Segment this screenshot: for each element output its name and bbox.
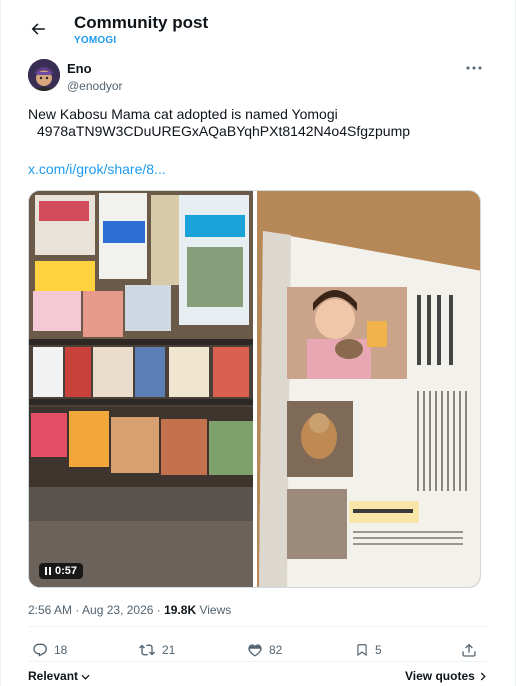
arrow-left-icon <box>31 23 45 35</box>
share-button[interactable] <box>461 642 477 658</box>
like-button[interactable]: 82 <box>247 642 282 658</box>
like-count: 82 <box>269 643 283 657</box>
author-handle[interactable]: @enodyor <box>67 79 123 93</box>
repost-count: 21 <box>162 643 176 657</box>
reply-count: 18 <box>54 643 68 657</box>
bookmark-button[interactable]: 5 <box>355 642 382 658</box>
post-text: New Kabosu Mama cat adopted is named Yom… <box>28 106 338 122</box>
back-button[interactable] <box>23 14 53 44</box>
avatar[interactable] <box>28 59 60 91</box>
video-duration-badge: 0:57 <box>39 563 84 579</box>
post-timestamp[interactable]: 2:56 AM · Aug 23, 2026 · <box>28 603 164 617</box>
header: Community post YOMOGI <box>1 0 515 52</box>
repost-icon <box>139 644 155 656</box>
author-name[interactable]: Eno <box>67 61 92 76</box>
pause-icon <box>45 567 51 575</box>
media-grid: 0:57 <box>28 190 481 588</box>
chevron-right-icon <box>480 672 486 681</box>
view-quotes-link[interactable]: View quotes <box>405 669 486 683</box>
divider <box>28 626 488 627</box>
more-horizontal-icon <box>466 66 482 70</box>
divider <box>28 661 488 662</box>
community-name[interactable]: YOMOGI <box>74 35 116 46</box>
more-options-button[interactable] <box>463 58 485 78</box>
post-frame: Community post YOMOGI Eno @enodyor New K… <box>0 0 516 686</box>
repost-button[interactable]: 21 <box>138 642 175 658</box>
video-thumbnail[interactable]: 0:57 <box>29 191 253 587</box>
video-duration: 0:57 <box>55 565 78 577</box>
views-label: Views <box>196 603 232 617</box>
share-icon <box>462 643 476 657</box>
bookmark-count: 5 <box>375 643 382 657</box>
sort-dropdown[interactable]: Relevant <box>28 669 90 683</box>
chevron-down-icon <box>81 674 90 680</box>
heart-icon <box>248 644 262 657</box>
post-meta: 2:56 AM · Aug 23, 2026 · 19.8K Views <box>28 603 231 617</box>
reply-button[interactable]: 18 <box>32 642 67 658</box>
post-contract-address: 4978aTN9W3CDuUREGxAQaBYqhPXt8142N4o4Sfgz… <box>37 123 411 139</box>
reply-icon <box>33 643 47 657</box>
views-count: 19.8K <box>164 603 197 617</box>
photo-thumbnail[interactable] <box>257 191 480 587</box>
page-title: Community post <box>74 13 209 32</box>
post-link[interactable]: x.com/i/grok/share/8... <box>28 161 166 177</box>
view-quotes-label: View quotes <box>405 669 475 683</box>
bookmark-icon <box>357 644 367 657</box>
sort-label: Relevant <box>28 669 79 683</box>
